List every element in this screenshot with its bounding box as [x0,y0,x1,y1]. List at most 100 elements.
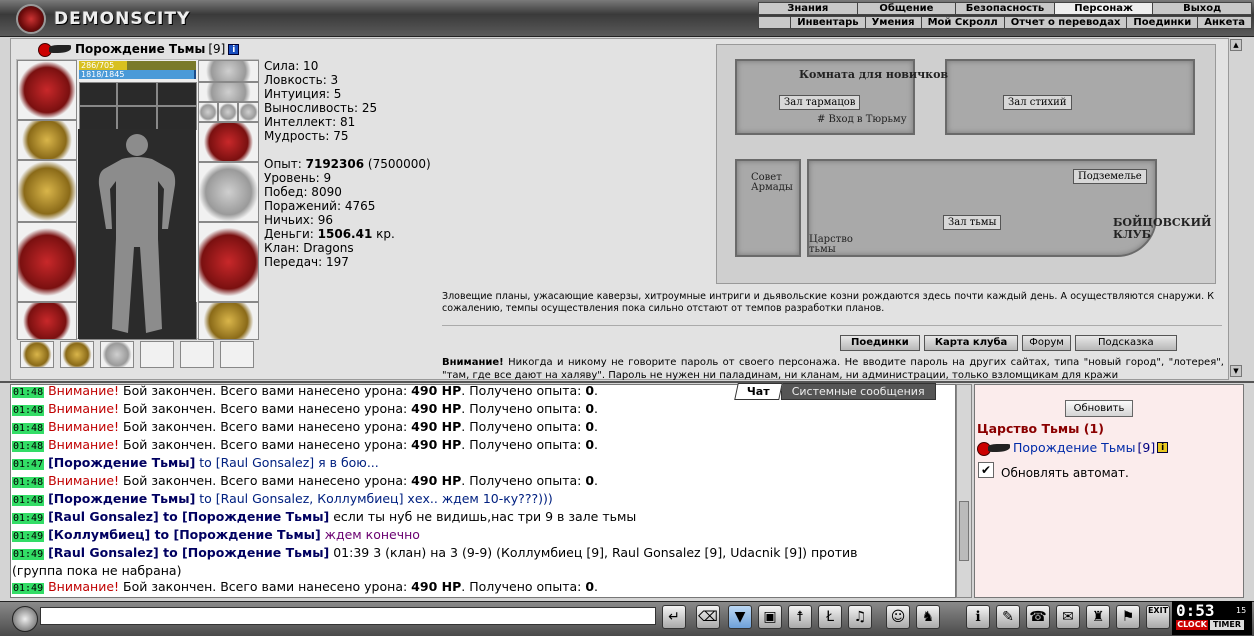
shop-icon[interactable]: ♜ [1086,605,1110,629]
exit-icon[interactable]: EXIT [1146,605,1170,629]
chat-scroll-thumb[interactable] [959,501,969,561]
user-info-icon[interactable]: i [1157,442,1169,453]
filter-icon[interactable]: ▼ [728,605,752,629]
chat-scrollbar[interactable] [956,384,972,598]
chat-timestamp[interactable]: 01:48 [12,495,45,506]
scroll-tool-icon[interactable]: ✎ [996,605,1020,629]
chat-recipient[interactable]: to [Порождение Тьмы] [150,527,321,542]
chat-timestamp[interactable]: 01:48 [12,441,45,452]
auto-refresh-checkbox[interactable]: ✔ [978,462,994,478]
gloves-slot[interactable] [198,122,259,162]
scroll-slot-3[interactable] [157,82,197,106]
smiley-face-icon[interactable] [12,606,38,632]
map-newbie-room[interactable]: Комната для новичков [799,69,948,81]
submenu-duels[interactable]: Поединки [1126,17,1197,28]
sound-icon[interactable]: ♫ [848,605,872,629]
helmet-slot[interactable] [17,60,77,120]
shield-slot[interactable] [198,162,259,222]
refresh-button[interactable]: Обновить [1065,400,1133,417]
potion-slot-2[interactable] [60,341,94,368]
scroll-slot-1[interactable] [79,82,117,106]
belt-slot[interactable] [17,302,77,340]
menu-security[interactable]: Безопасность [956,3,1055,14]
chat-timestamp[interactable]: 01:47 [12,459,45,470]
clan-icon[interactable]: ♞ [916,605,940,629]
submenu-skills[interactable]: Умения [864,17,921,28]
chat-timestamp[interactable]: 01:49 [12,549,45,560]
logo[interactable]: DEMONSCITY [16,4,206,34]
save-icon[interactable]: ▣ [758,605,782,629]
chat-timestamp[interactable]: 01:49 [12,583,45,594]
submenu-inventory[interactable]: Инвентарь [790,17,864,28]
submenu-transfer-report[interactable]: Отчет о переводах [1003,17,1127,28]
map-room-underground[interactable]: Подземелье [1073,169,1147,184]
chat-nick[interactable]: [Raul Gonsalez] [48,545,159,560]
submenu-my-scroll[interactable]: Мой Скролл [920,17,1004,28]
send-icon[interactable]: ↵ [662,605,686,629]
amulet-slot[interactable] [198,82,259,102]
chat-timestamp[interactable]: 01:49 [12,513,45,524]
chat-timestamp[interactable]: 01:48 [12,477,45,488]
tab-chat[interactable]: Чат [734,383,783,400]
chat-nick[interactable]: [Raul Gonsalez] [48,509,159,524]
scroll-slot-2[interactable] [117,82,157,106]
user-name-link[interactable]: Порождение Тьмы [1013,440,1136,455]
chat-timestamp[interactable]: 01:48 [12,387,45,398]
upper-scrollbar[interactable]: ▲ ▼ [1228,38,1242,380]
translit-icon[interactable]: Ł [818,605,842,629]
scroll-down-icon[interactable]: ▼ [1230,365,1242,377]
armor-slot[interactable] [17,222,77,302]
chat-timestamp[interactable]: 01:49 [12,531,45,542]
map-room-elements[interactable]: Зал стихий [1003,95,1072,110]
map-council[interactable]: Совет Армады [751,173,805,193]
potion-slot-4[interactable] [140,341,174,368]
map-room-tarmans[interactable]: Зал тармацов [779,95,861,110]
potion-slot-5[interactable] [180,341,214,368]
potion-slot-6[interactable] [220,341,254,368]
menu-social[interactable]: Общение [858,3,957,14]
potion-slot-3[interactable] [100,341,134,368]
potion-slot-1[interactable] [20,341,54,368]
chat-input[interactable] [40,607,656,625]
forum-button[interactable]: Форум [1022,335,1071,351]
scroll-slot-6[interactable] [157,106,197,130]
scroll-up-icon[interactable]: ▲ [1230,39,1242,51]
map-kingdom[interactable]: Царство тьмы [809,235,857,255]
character-name-text[interactable]: Порождение Тьмы [75,42,205,56]
legs-slot[interactable] [198,222,259,302]
clock-tab[interactable]: CLOCK [1176,620,1208,630]
chat-timestamp[interactable]: 01:48 [12,405,45,416]
ring-slot-1[interactable] [198,102,218,122]
menu-character[interactable]: Персонаж [1054,3,1154,14]
submenu-profile[interactable]: Анкета [1197,17,1251,28]
hint-button[interactable]: Подсказка [1074,335,1177,351]
friends-icon[interactable]: ☎ [1026,605,1050,629]
weapon-slot[interactable] [17,160,77,222]
map-room-darkness[interactable]: Зал тьмы [943,215,1002,230]
boots-slot[interactable] [198,302,259,340]
ring-slot-2[interactable] [218,102,238,122]
duels-button[interactable]: Поединки [840,335,920,351]
menu-exit[interactable]: Выход [1153,3,1251,14]
flag-icon[interactable]: ⚑ [1116,605,1140,629]
bracer-slot[interactable] [17,120,77,160]
chat-nick[interactable]: [Коллумбиец] [48,527,150,542]
runner-icon[interactable]: ☨ [788,605,812,629]
earring-slot[interactable] [198,60,259,82]
chat-recipient[interactable]: to [Порождение Тьмы] [159,545,329,560]
chat-recipient[interactable]: to [Порождение Тьмы] [159,509,329,524]
chat-timestamp[interactable]: 01:48 [12,423,45,434]
mail-icon[interactable]: ✉ [1056,605,1080,629]
timer-tab[interactable]: TIMER [1210,620,1244,630]
map-prison-entry[interactable]: # Вход в Тюрьму [817,115,907,125]
tab-system-messages[interactable]: Системные сообщения [780,383,936,400]
ring-slot-3[interactable] [238,102,259,122]
eraser-icon[interactable]: ⌫ [696,605,720,629]
scroll-slot-5[interactable] [117,106,157,130]
chat-nick[interactable]: [Порождение Тьмы] [48,491,195,506]
info-tool-icon[interactable]: ℹ [966,605,990,629]
club-map-button[interactable]: Карта клуба [923,335,1019,351]
emoticon-icon[interactable]: ☺ [886,605,910,629]
info-icon[interactable]: i [228,43,240,55]
menu-knowledge[interactable]: Знания [759,3,858,14]
